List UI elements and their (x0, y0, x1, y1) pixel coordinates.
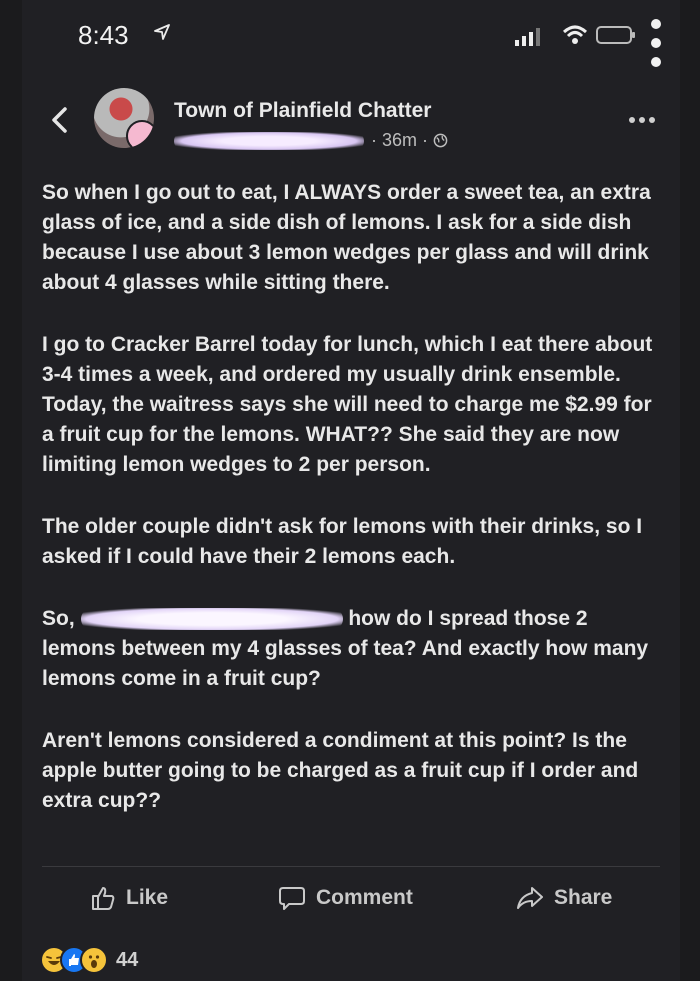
post-body: So when I go out to eat, I ALWAYS order … (42, 178, 662, 848)
comment-button[interactable]: Comment (278, 872, 413, 924)
divider (42, 866, 660, 867)
battery-icon (596, 26, 635, 44)
phone-screen: 8:43 Town of Plainfield Chatter · 36m · … (22, 0, 680, 981)
like-button[interactable]: Like (90, 872, 168, 924)
wifi-icon (562, 25, 588, 44)
status-bar: 8:43 (22, 0, 680, 70)
post-paragraph: Aren't lemons considered a condiment at … (42, 729, 639, 812)
group-name[interactable]: Town of Plainfield Chatter (174, 99, 431, 123)
paragraph-start: So, (42, 607, 81, 630)
share-label: Share (554, 886, 613, 909)
post-meta-separator: · (366, 130, 382, 150)
comment-label: Comment (316, 886, 413, 909)
redacted-author-name (174, 132, 364, 151)
wow-react-icon (80, 946, 108, 974)
share-arrow-icon (517, 887, 543, 909)
share-button[interactable]: Share (516, 872, 612, 924)
cell-signal-icon (515, 28, 540, 46)
like-label: Like (126, 886, 169, 909)
location-arrow-icon (154, 24, 170, 40)
status-time: 8:43 (78, 20, 129, 50)
post-paragraph: So when I go out to eat, I ALWAYS order … (42, 181, 651, 294)
post-paragraph: So, how do I spread those 2 lemons betwe… (42, 604, 662, 694)
post-paragraph: I go to Cracker Barrel today for lunch, … (42, 333, 653, 476)
post-paragraph: The older couple didn't ask for lemons w… (42, 515, 643, 568)
back-chevron-icon[interactable] (50, 106, 68, 134)
post-actions: Like Comment Share (42, 872, 660, 924)
post-options-icon[interactable] (628, 116, 656, 124)
thumbs-up-icon (92, 887, 115, 910)
more-vertical-icon[interactable] (650, 16, 662, 70)
user-avatar-badge (126, 120, 154, 148)
redacted-mention (80, 608, 343, 631)
reaction-count: 44 (116, 948, 139, 971)
globe-icon (433, 133, 448, 148)
post-timestamp[interactable]: 36m (382, 130, 417, 150)
avatar[interactable] (94, 88, 154, 148)
post-meta: · 36m · (174, 130, 448, 154)
comment-bubble-icon (279, 887, 305, 910)
reaction-summary[interactable]: 44 (40, 946, 138, 974)
